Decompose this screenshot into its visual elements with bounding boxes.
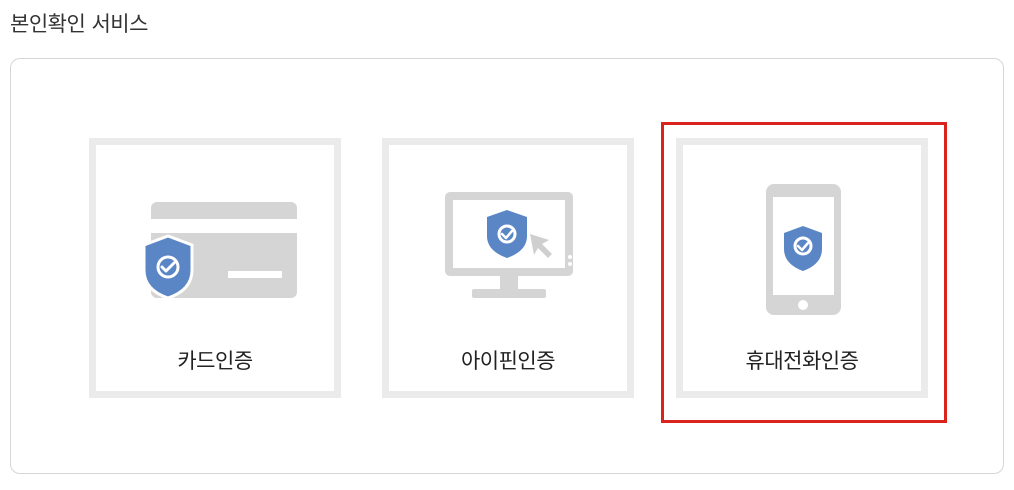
mobile-verification-option[interactable]: 휴대전화인증: [676, 138, 928, 398]
smartphone-shield-icon: [766, 184, 841, 315]
section-title: 본인확인 서비스: [10, 12, 148, 36]
option-label: 휴대전화인증: [745, 349, 859, 373]
ipin-verification-option[interactable]: 아이핀인증: [382, 138, 634, 398]
option-label: 카드인증: [177, 349, 253, 373]
option-label: 아이핀인증: [460, 349, 556, 373]
card-verification-option[interactable]: 카드인증: [89, 138, 341, 398]
credit-card-shield-icon: [142, 202, 297, 300]
monitor-shield-cursor-icon: [445, 192, 573, 298]
